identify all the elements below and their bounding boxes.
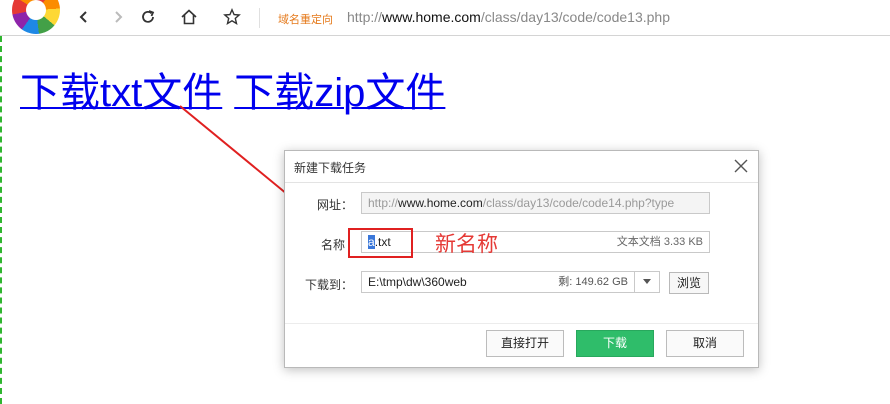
browse-button[interactable]: 浏览 — [669, 272, 709, 294]
page-left-border — [0, 36, 2, 404]
url-scheme: http:// — [368, 196, 399, 210]
filename-input[interactable]: a.txt 文本文档 3.33 KB — [361, 231, 710, 253]
download-button[interactable]: 下载 — [576, 330, 654, 357]
file-type-size: 文本文档 3.33 KB — [616, 236, 703, 248]
home-icon[interactable] — [178, 6, 200, 28]
dialog-title: 新建下载任务 — [294, 161, 367, 175]
browser-logo-icon[interactable] — [12, 0, 60, 34]
address-scheme: http:// — [347, 9, 383, 25]
back-icon[interactable] — [73, 6, 95, 28]
address-host: www.home.com — [382, 9, 481, 25]
refresh-icon[interactable] — [137, 6, 159, 28]
address-path: /class/day13/code/code13.php — [480, 9, 670, 25]
dialog-header: 新建下载任务 — [285, 151, 758, 183]
address-divider — [259, 8, 260, 28]
annotation-text: 新名称 — [435, 232, 498, 256]
star-icon[interactable] — [221, 6, 243, 28]
download-txt-link[interactable]: 下载txt文件 — [20, 71, 222, 115]
forward-icon[interactable] — [107, 6, 129, 28]
url-field[interactable]: http://www.home.com/class/day13/code/cod… — [361, 192, 710, 214]
cancel-button[interactable]: 取消 — [666, 330, 744, 357]
filename-highlight-box — [348, 228, 413, 258]
redirect-badge[interactable]: 域名重定向 — [278, 11, 333, 27]
open-directly-button[interactable]: 直接打开 — [486, 330, 564, 357]
page-links: 下载txt文件 下载zip文件 — [20, 60, 445, 118]
browser-toolbar: 域名重定向 http://www.home.com/class/day13/co… — [0, 0, 890, 36]
download-dialog: 新建下载任务 网址： http://www.home.com/class/day… — [284, 150, 759, 368]
url-label: 网址： — [316, 198, 353, 212]
address-bar[interactable]: http://www.home.com/class/day13/code/cod… — [347, 9, 670, 25]
name-label: 名称 — [320, 238, 345, 252]
path-dropdown-button[interactable] — [634, 271, 660, 293]
url-host: www.home.com — [398, 196, 483, 210]
save-path-value: E:\tmp\dw\360web — [368, 275, 467, 289]
save-path-input[interactable]: E:\tmp\dw\360web 剩: 149.62 GB — [361, 271, 659, 293]
free-space: 剩: 149.62 GB — [558, 276, 628, 288]
download-zip-link[interactable]: 下载zip文件 — [234, 71, 445, 115]
url-path: /class/day13/code/code14.php?type — [482, 196, 675, 210]
close-icon[interactable] — [732, 157, 750, 175]
save-path-label: 下载到： — [304, 278, 353, 292]
chevron-down-icon — [643, 279, 651, 284]
dialog-footer-divider — [285, 323, 758, 324]
